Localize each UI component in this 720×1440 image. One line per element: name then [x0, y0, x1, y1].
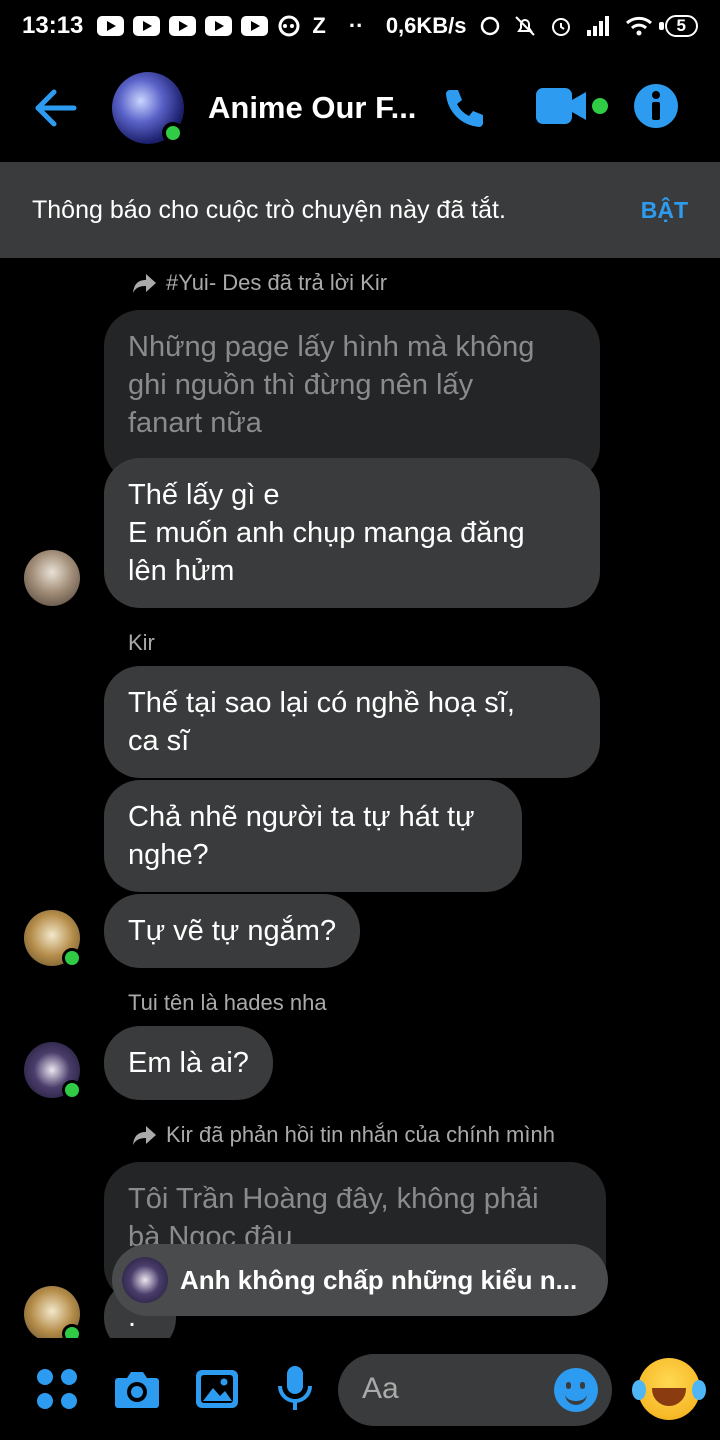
info-icon[interactable]	[633, 83, 679, 129]
message-input-placeholder: Aa	[362, 1372, 399, 1405]
video-call-icon[interactable]	[536, 86, 610, 126]
sync-icon	[480, 16, 499, 36]
message-composer: Aa	[0, 1340, 720, 1440]
network-speed: 0,6KB/s	[385, 13, 467, 38]
message-input[interactable]: Aa	[338, 1354, 612, 1426]
message-list[interactable]: #Yui- Des đã trả lời Kir Những page lấy …	[0, 258, 720, 1338]
reply-indicator: #Yui- Des đã trả lời Kir	[132, 270, 387, 296]
online-status-dot	[62, 948, 82, 968]
microphone-icon[interactable]	[270, 1364, 320, 1414]
new-message-toast[interactable]: Anh không chấp những kiểu n...	[112, 1244, 608, 1316]
chat-header: Anime Our F...	[0, 52, 720, 162]
youtube-icon	[133, 16, 161, 36]
emoji-picker-icon[interactable]	[554, 1368, 598, 1412]
online-status-dot	[162, 122, 184, 144]
online-status-dot	[62, 1324, 82, 1338]
muted-notice-banner: Thông báo cho cuộc trò chuyện này đã tắt…	[0, 162, 720, 258]
status-bar: 13:13 Z ·· 0,6KB/s 5	[0, 0, 720, 52]
youtube-icon	[97, 16, 125, 36]
message-bubble[interactable]: Chả nhẽ người ta tự hát tự nghe?	[104, 780, 522, 892]
phone-call-icon[interactable]	[440, 84, 488, 132]
battery-indicator: 5	[658, 15, 698, 37]
camera-icon[interactable]	[112, 1364, 162, 1414]
youtube-icon	[205, 16, 233, 36]
bell-muted-icon	[514, 16, 535, 36]
sender-avatar[interactable]	[24, 550, 80, 606]
sender-name: Kir	[128, 630, 155, 655]
laughing-emoji-icon[interactable]	[632, 1358, 700, 1420]
more-apps-icon[interactable]	[32, 1364, 82, 1414]
chat-bubble-icon	[278, 15, 300, 37]
reply-indicator: Kir đã phản hồi tin nhắn của chính mình	[132, 1122, 555, 1148]
reply-arrow-icon	[133, 274, 156, 293]
message-bubble[interactable]: Thế tại sao lại có nghề hoạ sĩ, ca sĩ	[104, 666, 600, 778]
zalo-icon: Z	[312, 13, 326, 38]
message-bubble[interactable]: Tự vẽ tự ngắm?	[104, 894, 361, 968]
back-arrow-icon[interactable]	[30, 82, 82, 134]
notification-icons: Z ··	[97, 13, 364, 39]
signal-icon	[586, 16, 609, 36]
message-bubble[interactable]: Thế lấy gì e E muốn anh chụp manga đăng …	[104, 458, 600, 608]
sender-name: Tui tên là hades nha	[128, 990, 327, 1015]
alarm-icon	[551, 18, 570, 36]
gallery-icon[interactable]	[192, 1364, 242, 1414]
muted-notice-text: Thông báo cho cuộc trò chuyện này đã tắt…	[32, 195, 506, 224]
status-time: 13:13	[22, 12, 84, 39]
wifi-icon	[625, 16, 652, 36]
message-bubble[interactable]: Em là ai?	[104, 1026, 273, 1100]
more-notifications-icon: ··	[348, 13, 364, 38]
conversation-title[interactable]: Anime Our F...	[208, 90, 416, 126]
online-status-dot	[62, 1080, 82, 1100]
quoted-message[interactable]: Những page lấy hình mà không ghi nguồn t…	[104, 310, 600, 482]
youtube-icon	[169, 16, 197, 36]
toast-avatar	[122, 1257, 168, 1303]
reply-arrow-icon	[133, 1126, 156, 1145]
youtube-icon	[241, 16, 269, 36]
toast-text: Anh không chấp những kiểu n...	[180, 1264, 578, 1295]
enable-notifications-button[interactable]: BẬT	[641, 197, 688, 224]
